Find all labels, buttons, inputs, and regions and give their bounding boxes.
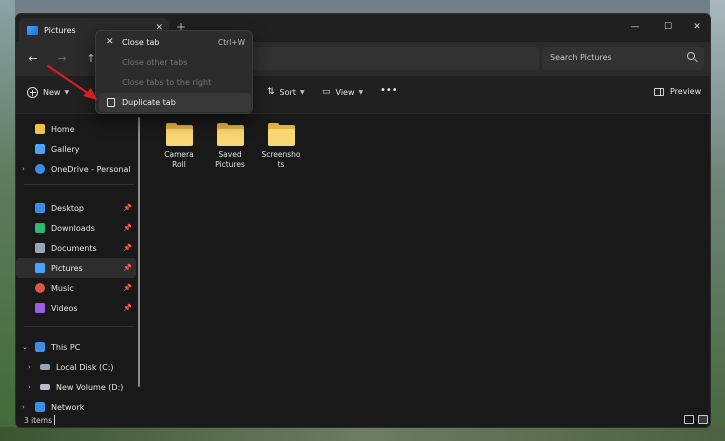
annotation-arrow	[46, 64, 97, 100]
